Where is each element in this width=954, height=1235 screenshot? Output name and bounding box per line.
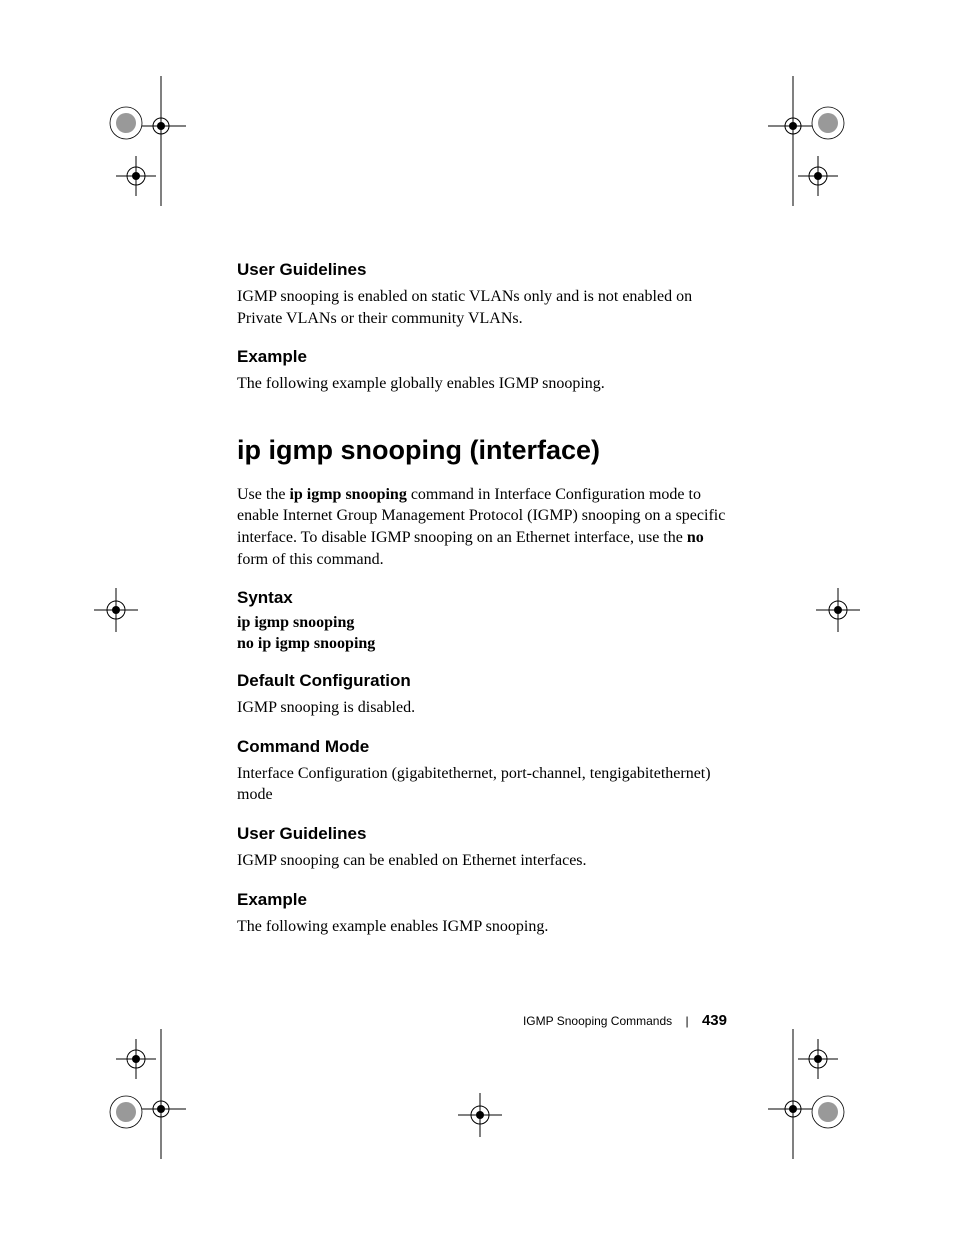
body-command-mode: Interface Configuration (gigabitethernet… — [237, 763, 727, 806]
heading-example-2: Example — [237, 890, 727, 910]
syntax-line-2: no ip igmp snooping — [237, 635, 727, 653]
heading-command-mode: Command Mode — [237, 737, 727, 757]
page-content: User Guidelines IGMP snooping is enabled… — [237, 260, 727, 955]
body-user-guidelines-1: IGMP snooping is enabled on static VLANs… — [237, 286, 727, 329]
intro-post: form of this command. — [237, 551, 384, 568]
main-heading: ip igmp snooping (interface) — [237, 435, 727, 466]
crop-mark-mid-right — [808, 580, 868, 640]
body-default-config: IGMP snooping is disabled. — [237, 697, 727, 719]
syntax-line-1: ip igmp snooping — [237, 614, 727, 632]
crop-mark-bottom-center — [450, 1085, 510, 1145]
crop-mark-top-left — [86, 76, 186, 206]
footer-section: IGMP Snooping Commands — [523, 1014, 672, 1028]
footer-page-num: 439 — [702, 1012, 727, 1029]
body-user-guidelines-2: IGMP snooping can be enabled on Ethernet… — [237, 850, 727, 872]
crop-mark-bottom-left — [86, 1029, 186, 1159]
heading-user-guidelines-1: User Guidelines — [237, 260, 727, 280]
intro-cmd: ip igmp snooping — [289, 486, 406, 503]
intro-paragraph: Use the ip igmp snooping command in Inte… — [237, 484, 727, 570]
heading-example-1: Example — [237, 347, 727, 367]
heading-user-guidelines-2: User Guidelines — [237, 824, 727, 844]
body-example-2: The following example enables IGMP snoop… — [237, 916, 727, 938]
heading-syntax: Syntax — [237, 588, 727, 608]
heading-default-config: Default Configuration — [237, 671, 727, 691]
body-example-1: The following example globally enables I… — [237, 373, 727, 395]
intro-no: no — [687, 529, 704, 546]
footer-divider: | — [686, 1014, 689, 1028]
crop-mark-top-right — [768, 76, 868, 206]
crop-mark-bottom-right — [768, 1029, 868, 1159]
intro-pre: Use the — [237, 486, 289, 503]
crop-mark-mid-left — [86, 580, 146, 640]
page-footer: IGMP Snooping Commands | 439 — [237, 1012, 727, 1029]
